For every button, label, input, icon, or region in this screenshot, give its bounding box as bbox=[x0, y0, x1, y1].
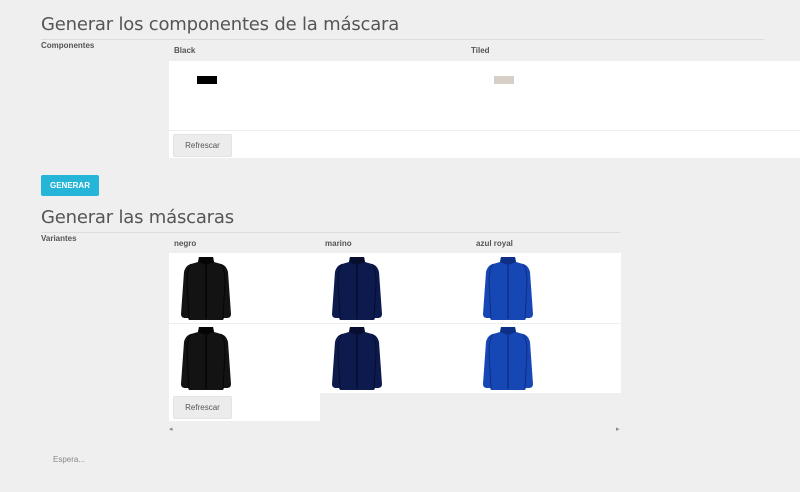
masks-title: Generar las máscaras bbox=[41, 207, 234, 228]
components-title: Generar los componentes de la máscara bbox=[41, 14, 400, 35]
component-swatch-black bbox=[197, 76, 217, 84]
masks-row-divider bbox=[169, 323, 621, 324]
variant-header-marino: marino bbox=[325, 239, 352, 248]
jacket-image bbox=[332, 327, 382, 390]
variants-label: Variantes bbox=[41, 234, 77, 243]
variant-header-negro: negro bbox=[174, 239, 197, 248]
jacket-image bbox=[332, 257, 382, 320]
scroll-right-icon[interactable]: ▸ bbox=[616, 425, 620, 433]
components-title-divider bbox=[41, 39, 764, 40]
component-header-black: Black bbox=[174, 46, 196, 55]
jacket-image bbox=[181, 327, 231, 390]
component-header-tiled: Tiled bbox=[471, 46, 490, 55]
generate-button[interactable]: GENERAR bbox=[41, 175, 99, 196]
variant-header-azul-royal: azul royal bbox=[476, 239, 513, 248]
status-text: Espera... bbox=[53, 455, 86, 464]
component-swatch-tiled bbox=[494, 76, 514, 84]
masks-title-divider bbox=[41, 232, 620, 233]
jacket-image bbox=[181, 257, 231, 320]
components-label: Componentes bbox=[41, 41, 95, 50]
components-refresh-button[interactable]: Refrescar bbox=[173, 134, 232, 157]
components-row-divider bbox=[169, 130, 800, 131]
scroll-left-icon[interactable]: ◂ bbox=[169, 425, 173, 433]
jacket-image bbox=[483, 327, 533, 390]
jacket-image bbox=[483, 257, 533, 320]
components-panel bbox=[169, 61, 800, 158]
masks-refresh-button[interactable]: Refrescar bbox=[173, 396, 232, 419]
